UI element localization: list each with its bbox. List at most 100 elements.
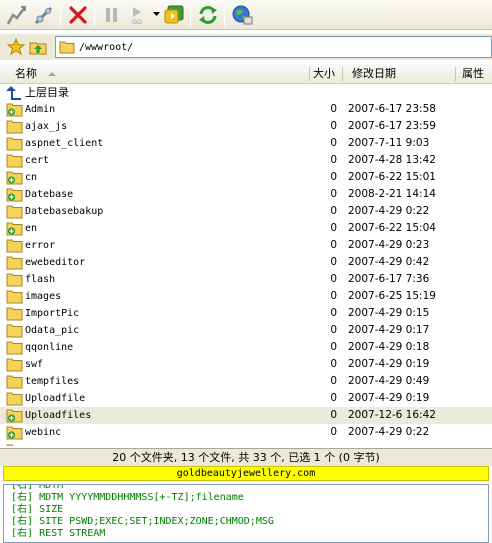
folder-plus-icon (6, 188, 23, 202)
list-item[interactable]: Uploadfile 0 2007-4-29 0:19 (0, 390, 492, 407)
file-date: 2007-4-28 13:42 (348, 154, 436, 166)
folder-plus-icon (6, 222, 23, 236)
file-name: Uploadfiles (25, 410, 92, 421)
column-divider[interactable] (455, 67, 456, 81)
list-item[interactable]: tempfiles 0 2007-4-29 0:49 (0, 373, 492, 390)
folder-icon (6, 239, 23, 253)
list-item[interactable]: Datebasebakup 0 2007-4-29 0:22 (0, 203, 492, 220)
path-text: /wwwroot/ (79, 41, 134, 53)
list-item[interactable]: ewebeditor 0 2007-4-29 0:42 (0, 254, 492, 271)
site-manager-button[interactable] (228, 2, 255, 28)
list-item[interactable]: aspnet_client 0 2007-7-11 9:03 (0, 135, 492, 152)
column-divider[interactable] (309, 67, 310, 81)
file-list[interactable]: 上层目录 Admin 0 2007-6-17 23:58 ajax_js 0 2007-6… (0, 84, 492, 446)
quick-connect-button[interactable] (30, 2, 57, 28)
path-input[interactable]: /wwwroot/ (55, 36, 492, 58)
file-date: 2007-4-29 0:18 (348, 341, 430, 353)
file-name: ImportPic (25, 308, 80, 319)
log-tag: [右] (11, 484, 34, 491)
favorites-button[interactable] (5, 36, 27, 58)
file-date: 2007-6-22 15:01 (348, 171, 436, 183)
file-size: 0 (330, 154, 337, 166)
list-item[interactable]: ajax_js 0 2007-6-17 23:59 (0, 118, 492, 135)
file-size: 0 (330, 358, 337, 370)
list-item[interactable]: ImportPic 0 2007-4-29 0:15 (0, 305, 492, 322)
pause-icon (105, 7, 117, 22)
file-size: 0 (330, 290, 337, 302)
disconnect-button[interactable] (64, 2, 91, 28)
file-size: 0 (330, 375, 337, 387)
toolbar-separator (224, 3, 225, 26)
list-item[interactable]: images 0 2007-6-25 15:19 (0, 288, 492, 305)
file-size: 0 (330, 307, 337, 319)
log-text: REST STREAM (39, 528, 106, 539)
file-name: qqonline (25, 342, 74, 353)
connect-button[interactable] (3, 2, 30, 28)
file-name: ewebeditor (25, 257, 86, 268)
transfer-button[interactable] (160, 2, 187, 28)
transfer-icon (164, 5, 183, 23)
log-line: [右] MDTM YYYYMMDDHHMMSS[+-TZ];filename (11, 492, 244, 504)
list-item-partial[interactable] (0, 442, 492, 446)
list-item[interactable]: flash 0 2007-6-17 7:36 (0, 271, 492, 288)
refresh-button[interactable] (194, 2, 221, 28)
go-button[interactable]: GO (125, 2, 152, 28)
file-name: error (25, 240, 56, 251)
list-item[interactable]: Uploadfiles 0 2007-12-6 16:42 (0, 407, 492, 424)
column-name[interactable]: 名称 (15, 64, 37, 83)
toolbar-separator (94, 3, 95, 26)
star-icon (7, 38, 25, 56)
file-name: en (25, 223, 38, 234)
log-line: [右] REST STREAM (11, 528, 105, 540)
folder-icon (6, 205, 23, 219)
toolbar: GO (0, 0, 492, 30)
file-name: Odata_pic (25, 325, 80, 336)
status-bar: 20 个文件夹, 13 个文件, 共 33 个, 已选 1 个 (0 字节) (0, 448, 492, 466)
file-size: 0 (330, 137, 337, 149)
folder-icon (6, 341, 23, 355)
list-item[interactable]: Admin 0 2007-6-17 23:58 (0, 101, 492, 118)
parent-directory-row[interactable]: 上层目录 (0, 84, 492, 101)
folder-icon (6, 154, 23, 168)
folder-icon (6, 307, 23, 321)
file-date: 2007-12-6 16:42 (348, 409, 436, 421)
list-item[interactable]: webinc 0 2007-4-29 0:22 (0, 424, 492, 441)
log-text: MDTM YYYYMMDDHHMMSS[+-TZ];filename (39, 492, 244, 503)
column-modified[interactable]: 修改日期 (352, 64, 396, 83)
sort-asc-icon (48, 72, 56, 76)
file-name: images (25, 291, 62, 302)
list-item[interactable]: qqonline 0 2007-4-29 0:18 (0, 339, 492, 356)
column-size[interactable]: 大小 (313, 64, 335, 83)
list-item[interactable]: Odata_pic 0 2007-4-29 0:17 (0, 322, 492, 339)
go-dropdown-arrow[interactable] (152, 2, 160, 28)
file-size: 0 (330, 205, 337, 217)
file-date: 2007-4-29 0:15 (348, 307, 430, 319)
column-attributes[interactable]: 属性 (462, 64, 484, 83)
log-panel[interactable]: [右] MDTM [右] MDTM YYYYMMDDHHMMSS[+-TZ];fi… (3, 484, 489, 543)
folder-icon (6, 358, 23, 372)
parent-folder-button[interactable] (27, 36, 49, 58)
file-date: 2007-4-29 0:42 (348, 256, 430, 268)
list-item[interactable]: Datebase 0 2008-2-21 14:14 (0, 186, 492, 203)
file-date: 2007-4-29 0:19 (348, 392, 430, 404)
folder-plus-icon (6, 409, 23, 423)
list-item[interactable]: error 0 2007-4-29 0:23 (0, 237, 492, 254)
file-date: 2007-4-29 0:17 (348, 324, 430, 336)
file-size: 0 (330, 426, 337, 438)
pause-button[interactable] (98, 2, 125, 28)
connect-icon (6, 5, 26, 25)
log-tag: [右] (11, 492, 34, 503)
disconnect-icon (68, 5, 87, 24)
file-name: aspnet_client (25, 138, 104, 149)
file-size: 0 (330, 324, 337, 336)
folder-plus-icon (6, 171, 23, 185)
log-tag: [右] (11, 504, 34, 515)
list-item[interactable]: en 0 2007-6-22 15:04 (0, 220, 492, 237)
column-divider[interactable] (342, 67, 343, 81)
site-host-bar: goldbeautyjewellery.com (3, 466, 489, 481)
list-item[interactable]: swf 0 2007-4-29 0:19 (0, 356, 492, 373)
list-item[interactable]: cert 0 2007-4-28 13:42 (0, 152, 492, 169)
folder-icon (6, 290, 23, 304)
go-icon: GO (132, 6, 142, 26)
list-item[interactable]: cn 0 2007-6-22 15:01 (0, 169, 492, 186)
